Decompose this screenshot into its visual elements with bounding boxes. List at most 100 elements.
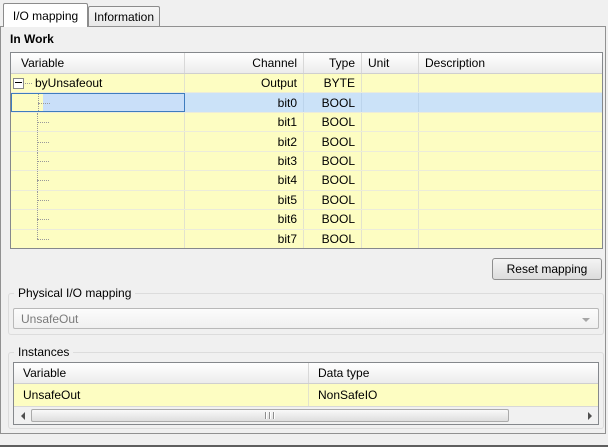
header-variable: Variable [14,363,309,383]
tree-line [37,161,49,162]
physical-io-mapping-group: Physical I/O mapping UnsafeOut [8,293,604,335]
tab-io-mapping-label: I/O mapping [13,9,78,23]
tree-line [37,180,49,181]
variable-cell[interactable] [11,230,185,248]
header-variable: Variable [11,53,185,73]
table-row-bit3[interactable]: bit3 BOOL [11,152,602,171]
header-type: Type [304,53,362,73]
tree-line [37,122,49,123]
table-row-bit1[interactable]: bit1 BOOL [11,113,602,132]
channel-cell[interactable]: Output [185,74,304,92]
tree-line [37,219,49,220]
unit-cell[interactable] [362,113,419,131]
type-cell[interactable]: BOOL [304,230,362,248]
channel-cell[interactable]: bit5 [185,191,304,209]
instances-row-UnsafeOut[interactable]: UnsafeOut NonSafeIO [14,384,598,406]
instance-data-type-cell[interactable]: NonSafeIO [309,384,598,406]
variable-cell[interactable] [11,152,185,170]
variable-cell[interactable] [11,210,185,228]
table-row-byUnsafeout[interactable]: byUnsafeout Output BYTE [11,74,602,93]
collapse-icon[interactable] [13,78,24,89]
type-cell[interactable]: BOOL [304,113,362,131]
description-cell[interactable] [419,74,602,92]
channel-cell[interactable]: bit7 [185,230,304,248]
description-cell[interactable] [419,210,602,228]
unit-cell[interactable] [362,171,419,189]
type-cell[interactable]: BOOL [304,210,362,228]
physical-io-mapping-combobox[interactable]: UnsafeOut [13,308,599,329]
tree-line [37,200,49,201]
tab-io-mapping[interactable]: I/O mapping [3,3,88,27]
description-cell[interactable] [419,113,602,131]
scrollbar-thumb[interactable] [31,409,509,422]
tree-line [37,239,49,240]
header-unit: Unit [362,53,419,73]
unit-cell[interactable] [362,93,419,111]
description-cell[interactable] [419,171,602,189]
table-row-bit7[interactable]: bit7 BOOL [11,230,602,248]
table-row-bit5[interactable]: bit5 BOOL [11,191,602,210]
unit-cell[interactable] [362,210,419,228]
section-title: In Work [10,32,54,46]
unit-cell[interactable] [362,152,419,170]
reset-mapping-button[interactable]: Reset mapping [492,258,602,280]
channel-cell[interactable]: bit2 [185,132,304,150]
table-row-bit0[interactable]: bit0 BOOL [11,93,602,112]
scroll-left-button[interactable] [14,407,31,424]
io-table-header-row: Variable Channel Type Unit Description [11,53,602,74]
type-cell[interactable]: BOOL [304,191,362,209]
unit-cell[interactable] [362,230,419,248]
instances-header-row: Variable Data type [14,363,598,384]
variable-cell-focused[interactable] [11,93,185,111]
tree-line [37,230,38,239]
header-channel: Channel [185,53,304,73]
type-cell[interactable]: BOOL [304,152,362,170]
scroll-right-button[interactable] [581,407,598,424]
type-cell[interactable]: BOOL [304,171,362,189]
type-cell[interactable]: BOOL [304,132,362,150]
instance-variable-cell[interactable]: UnsafeOut [14,384,309,406]
type-cell[interactable]: BOOL [304,93,362,111]
tree-connector [25,83,32,84]
io-mapping-window: I/O mapping Information In Work Variable… [0,0,608,447]
variable-cell[interactable]: byUnsafeout [11,74,185,92]
variable-cell[interactable] [11,132,185,150]
table-row-bit2[interactable]: bit2 BOOL [11,132,602,151]
scroll-left-icon [21,412,25,420]
channel-cell[interactable]: bit6 [185,210,304,228]
tab-page-panel: In Work Variable Channel Type Unit Descr… [0,26,606,434]
tab-information[interactable]: Information [88,6,160,27]
horizontal-scrollbar[interactable] [14,406,598,424]
description-cell[interactable] [419,132,602,150]
table-row-bit4[interactable]: bit4 BOOL [11,171,602,190]
reset-mapping-label: Reset mapping [507,262,588,276]
type-cell[interactable]: BYTE [304,74,362,92]
tree-line [38,103,50,104]
combobox-value: UnsafeOut [21,312,78,326]
chevron-down-icon[interactable] [582,318,590,322]
header-data-type: Data type [309,363,598,383]
tab-information-label: Information [94,10,154,24]
description-cell[interactable] [419,93,602,111]
channel-cell[interactable]: bit0 [185,93,304,111]
channel-cell[interactable]: bit1 [185,113,304,131]
header-description: Description [419,53,602,73]
description-cell[interactable] [419,152,602,170]
channel-cell[interactable]: bit3 [185,152,304,170]
channel-cell[interactable]: bit4 [185,171,304,189]
physical-io-mapping-label: Physical I/O mapping [14,286,135,301]
tree-line [37,142,49,143]
unit-cell[interactable] [362,132,419,150]
unit-cell[interactable] [362,74,419,92]
io-mapping-table: Variable Channel Type Unit Description b… [10,52,603,249]
table-row-bit6[interactable]: bit6 BOOL [11,210,602,229]
variable-cell[interactable] [11,191,185,209]
scroll-right-icon [588,412,592,420]
unit-cell[interactable] [362,191,419,209]
description-cell[interactable] [419,230,602,248]
instances-table: Variable Data type UnsafeOut NonSafeIO [13,362,599,425]
variable-label: byUnsafeout [35,76,102,90]
variable-cell[interactable] [11,113,185,131]
variable-cell[interactable] [11,171,185,189]
description-cell[interactable] [419,191,602,209]
